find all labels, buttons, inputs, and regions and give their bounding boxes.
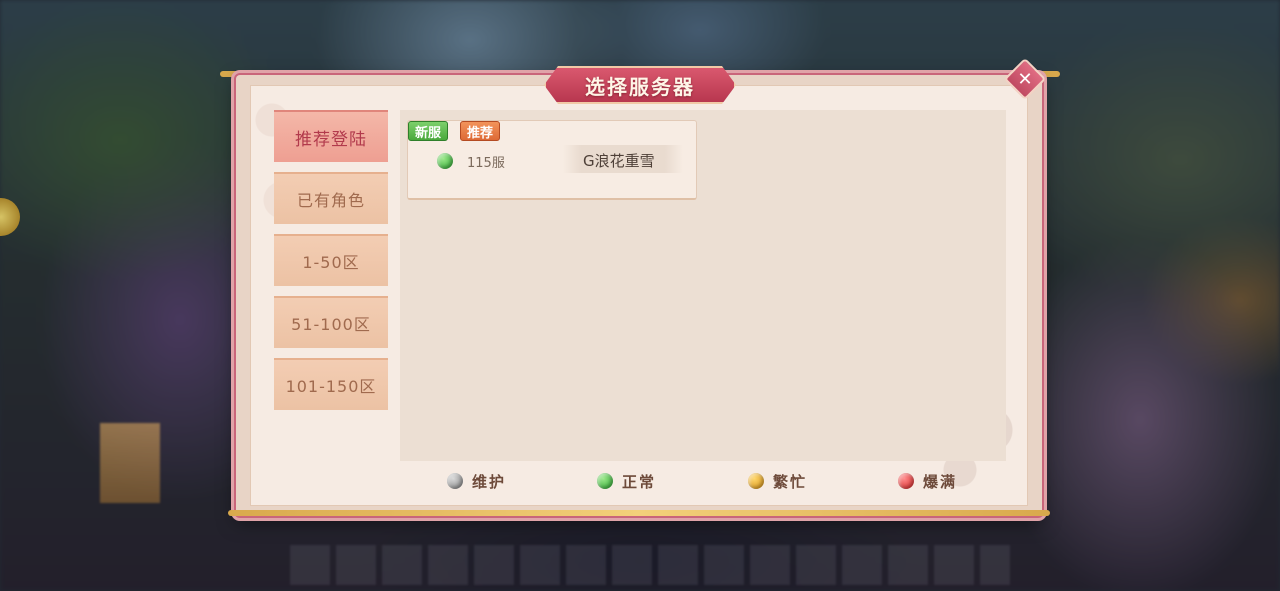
dialog-title: 选择服务器 xyxy=(585,74,695,99)
tab-label: 51-100区 xyxy=(291,315,371,334)
legend-label: 爆满 xyxy=(923,472,958,491)
tab-zone-1-50[interactable]: 1-50区 xyxy=(274,234,388,286)
status-normal-icon xyxy=(437,153,453,169)
legend-full: 爆满 xyxy=(898,470,957,492)
tab-label: 1-50区 xyxy=(302,253,360,272)
dialog-title-plate: 选择服务器 xyxy=(544,66,736,104)
background-notice-text xyxy=(290,545,1010,585)
dialog-bottom-trim xyxy=(228,510,1050,516)
server-number: 115服 xyxy=(467,156,505,171)
legend-busy: 繁忙 xyxy=(748,470,807,492)
status-busy-icon xyxy=(748,473,764,489)
tab-existing-characters[interactable]: 已有角色 xyxy=(274,172,388,224)
server-name: G浪花重雪 xyxy=(583,152,655,170)
status-normal-icon xyxy=(597,473,613,489)
legend-maintenance: 维护 xyxy=(447,470,506,492)
tab-label: 已有角色 xyxy=(296,191,365,210)
tab-recommended-login[interactable]: 推荐登陆 xyxy=(274,110,388,162)
legend-label: 正常 xyxy=(622,472,657,491)
tab-label: 推荐登陆 xyxy=(295,129,367,150)
status-full-icon xyxy=(898,473,914,489)
legend-label: 繁忙 xyxy=(773,472,808,491)
legend-label: 维护 xyxy=(472,472,507,491)
new-server-tag: 新服 xyxy=(408,121,449,141)
recommended-tag: 推荐 xyxy=(460,121,501,141)
background-card xyxy=(100,423,160,503)
status-maintenance-icon xyxy=(447,473,463,489)
legend-normal: 正常 xyxy=(597,470,656,492)
tab-zone-51-100[interactable]: 51-100区 xyxy=(274,296,388,348)
server-card[interactable]: 新服 推荐 115服 G浪花重雪 xyxy=(407,120,697,200)
zone-tab-list: 推荐登陆 已有角色 1-50区 51-100区 101-150区 xyxy=(274,110,388,420)
tab-label: 101-150区 xyxy=(285,377,377,396)
tab-zone-101-150[interactable]: 101-150区 xyxy=(274,358,388,410)
